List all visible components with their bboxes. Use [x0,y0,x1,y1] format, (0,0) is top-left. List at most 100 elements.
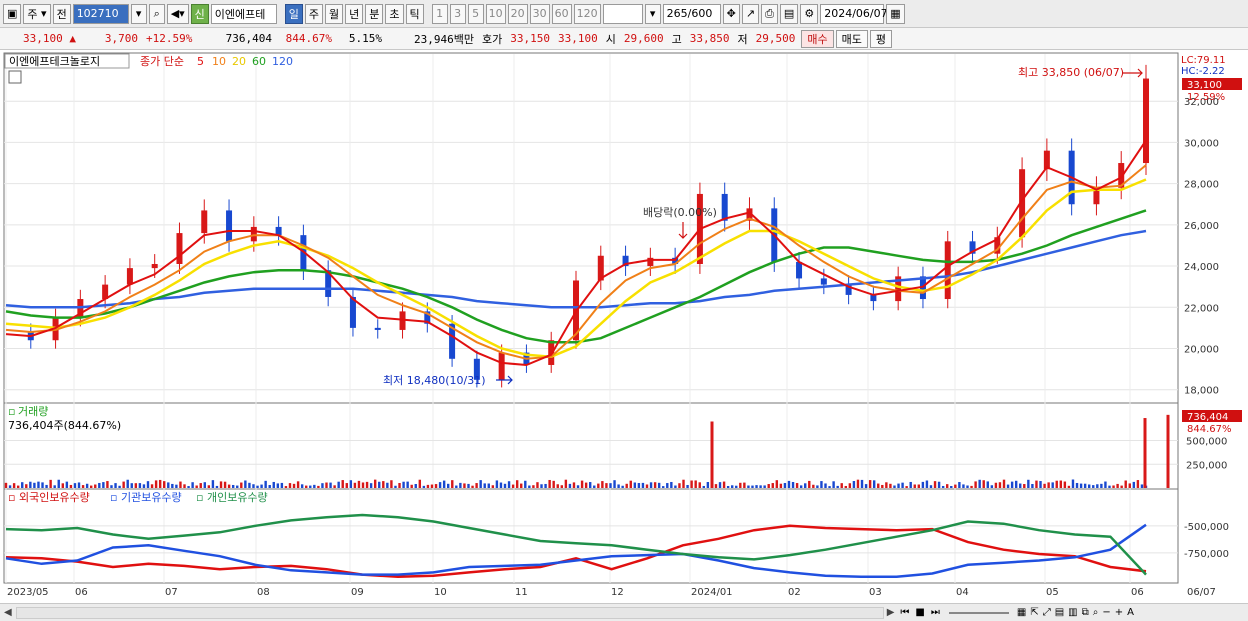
font-icon[interactable]: A [1125,607,1136,618]
bid-price: 33,100 [558,32,598,45]
volume-bar [272,481,275,488]
interval-custom-input[interactable] [602,3,643,24]
calendar-icon[interactable]: ▦ [886,3,905,24]
stock-code-input[interactable]: 102710 [72,3,129,24]
tab-second[interactable]: 초 [385,3,404,24]
interval-dropdown-icon[interactable]: ▾ [644,3,661,24]
interval-60[interactable]: 60 [551,3,572,24]
interval-1[interactable]: 1 [431,3,448,24]
volume-bar [836,485,839,488]
sell-button[interactable]: 매도 [835,29,868,48]
ask-price: 33,150 [510,32,550,45]
search-icon[interactable]: ⌕ [148,3,165,24]
volume-bar [901,482,904,488]
volume-bar [305,485,308,488]
dropdown-icon[interactable]: ▾ [130,3,147,24]
even-button[interactable]: 평 [869,29,892,48]
volume-bar [1096,484,1099,488]
date-input[interactable]: 2024/06/07 [820,3,888,24]
volume-bar [1079,483,1083,488]
tab-year[interactable]: 년 [345,3,364,24]
scroll-left-arrow[interactable]: ◀ [0,607,16,618]
interval-10[interactable]: 10 [485,3,506,24]
first-page-icon[interactable]: ⏮ [897,607,912,618]
volume-bar [1039,481,1042,488]
settings-gear-icon[interactable]: ⚙ [800,3,819,24]
zoom-in-icon[interactable]: + [1113,607,1125,618]
volume-bar [528,485,531,488]
save-icon[interactable]: ▤ [779,3,799,24]
crosshair-icon[interactable]: ✥ [722,3,740,24]
count-input[interactable]: 265/600 [662,3,721,24]
speaker-icon[interactable]: ◀▾ [166,3,189,24]
chart-svg[interactable]: 18,000 20,000 22,000 24,000 26,000 28,000 30,0… [0,50,1248,603]
window-icon[interactable]: ▣ [3,3,22,24]
layout-icon[interactable]: ▦ [1015,607,1028,618]
last-page-icon[interactable]: ⏭ [928,607,943,618]
time-tick-label: 05 [1046,587,1059,598]
volume-bar [142,484,146,488]
tab-tick[interactable]: 틱 [405,3,424,24]
prev-button[interactable]: 전 [52,3,71,24]
interval-5[interactable]: 5 [467,3,484,24]
tile-icon[interactable]: ▤ [1053,607,1066,618]
candle-body [796,261,803,279]
volume-bar [885,482,888,488]
volume-bar [406,481,409,488]
volume-bar [1023,484,1026,488]
individual-legend-text: 개인보유수량 [207,491,268,504]
chart-menu-icon[interactable] [8,70,22,84]
volume-bar [759,485,762,488]
volume-bar [154,480,158,488]
volume-bar [65,481,69,488]
volume-bar [828,486,831,488]
period-select[interactable]: 주 ▾ [23,3,51,24]
volume-bar [694,480,697,488]
volume-bar [852,481,856,488]
zoom-out-icon[interactable]: − [1100,607,1112,618]
volume-title: 거래량 [18,405,48,418]
print-icon[interactable]: ⎙ [761,3,778,24]
indicator-label: 종가 단순 [140,55,184,68]
current-price: 33,100 ▲ [23,32,76,45]
credit-badge[interactable]: 신 [190,3,209,24]
zoom-search-icon[interactable]: ⌕ [1091,607,1101,618]
volume-bar [398,482,401,488]
volume-bar [946,484,949,488]
tab-day[interactable]: 일 [284,3,303,24]
volume-bar [978,479,981,488]
volume-bar [520,483,523,488]
volume-bar [1019,483,1022,488]
volume-bar [864,484,868,488]
tab-month[interactable]: 월 [325,3,344,24]
volume-bar [698,482,701,488]
expand-icon[interactable]: ⤢ [1041,607,1053,618]
volume-bar [106,481,109,488]
grid-icon[interactable]: ▥ [1066,607,1079,618]
chart-area[interactable]: 18,000 20,000 22,000 24,000 26,000 28,000 30,0… [0,50,1248,603]
interval-120[interactable]: 120 [573,3,601,24]
volume-bar [284,486,288,488]
tab-minute[interactable]: 분 [365,3,384,24]
tab-week[interactable]: 주 [304,3,324,24]
volume-bar [686,484,689,488]
scroll-track[interactable] [15,606,884,619]
volume-bar [872,480,876,488]
volume-rate: 844.67% [285,32,332,45]
zoom-slider[interactable] [948,611,1009,614]
draw-tool-icon[interactable]: ↗ [741,3,760,24]
scroll-right-arrow[interactable]: ▶ [884,607,898,618]
scrollbar[interactable]: ◀ ▶ ⏮ ■ ⏭ ▦ ⇱ ⤢ ▤ ▥ ⧉ ⌕ − + A [0,603,1248,621]
volume-bar [893,485,896,488]
volume-bar [1075,482,1079,488]
stop-icon[interactable]: ■ [912,607,927,618]
volume-bar [89,485,93,488]
interval-3[interactable]: 3 [449,3,466,24]
volume-bar [85,483,89,488]
copy-icon[interactable]: ⧉ [1080,607,1091,618]
volume-bar [990,485,994,488]
interval-20[interactable]: 20 [507,3,528,24]
fit-icon[interactable]: ⇱ [1028,607,1040,618]
buy-button[interactable]: 매수 [801,29,834,48]
interval-30[interactable]: 30 [529,3,550,24]
